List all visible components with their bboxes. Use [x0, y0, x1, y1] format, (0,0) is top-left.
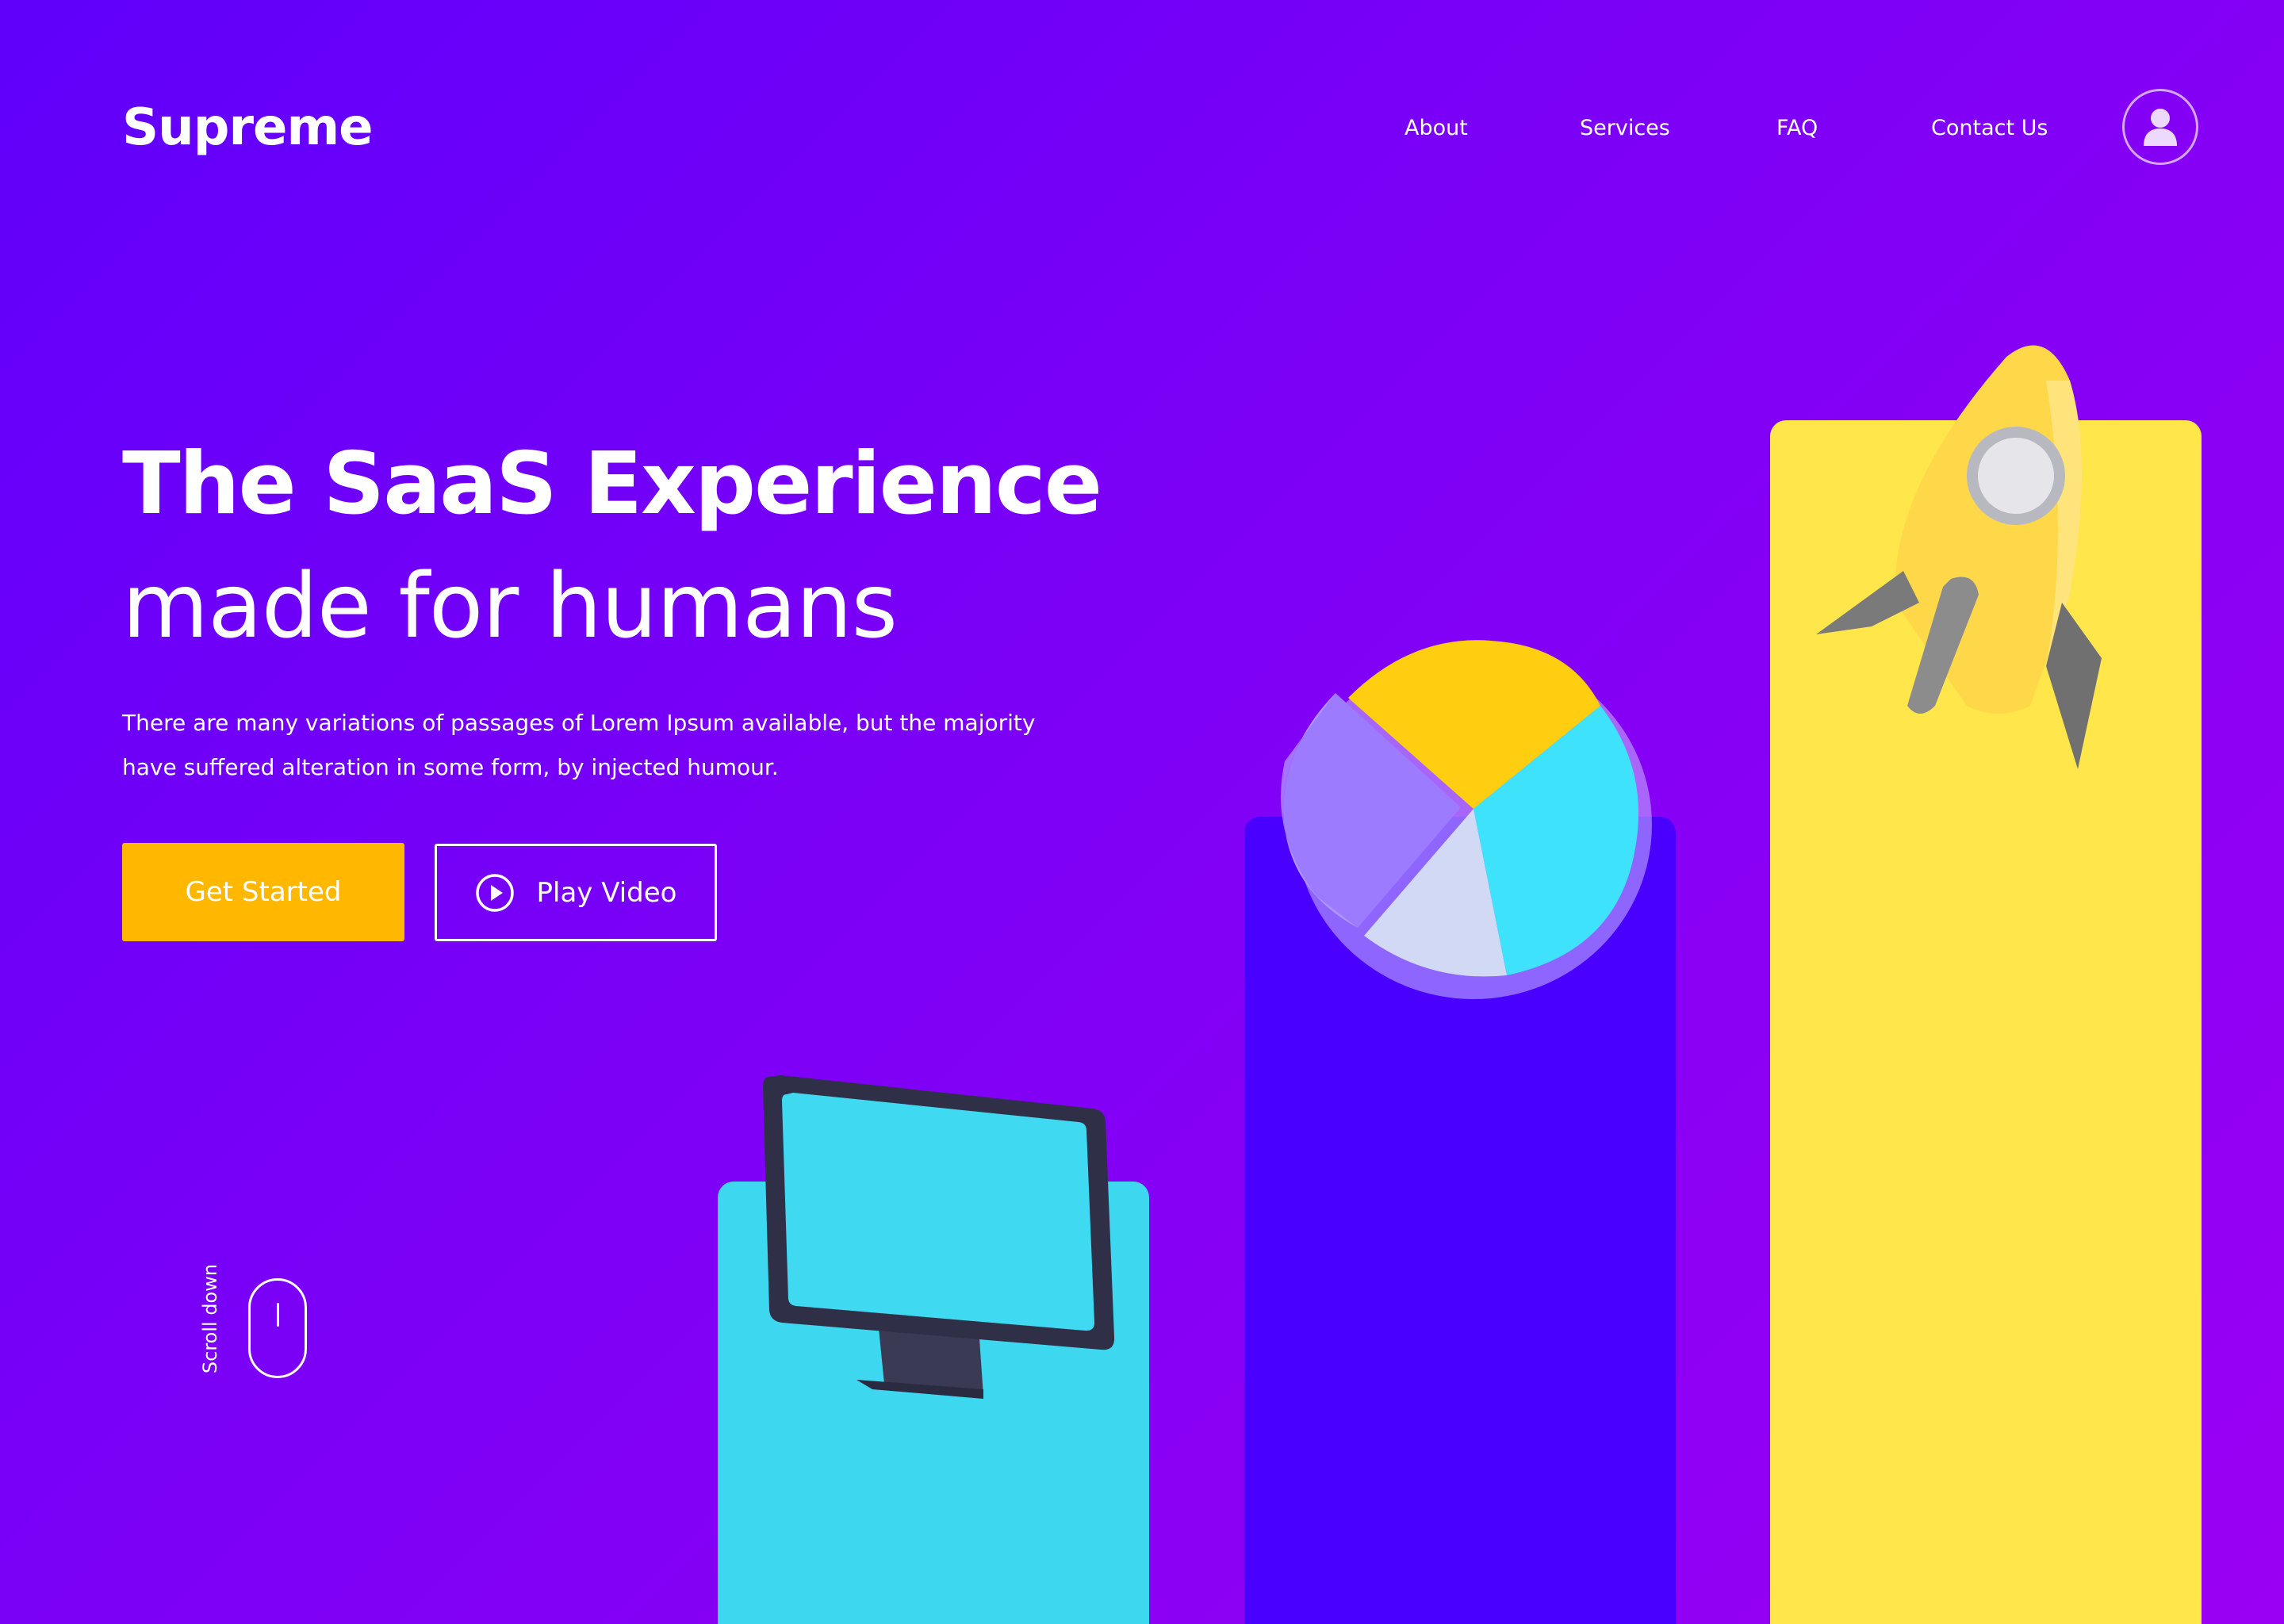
monitor-icon	[763, 1075, 1115, 1399]
hero-title: The SaaS Experience	[122, 435, 1102, 534]
hero-description: There are many variations of passages of…	[122, 710, 1036, 780]
pie-chart-icon	[1281, 640, 1652, 999]
rocket-icon	[1816, 345, 2102, 769]
nav-link-faq[interactable]: FAQ	[1776, 116, 1818, 140]
play-video-button[interactable]: Play Video	[435, 844, 717, 941]
nav-link-contact-us[interactable]: Contact Us	[1931, 116, 2048, 140]
play-video-label: Play Video	[536, 876, 677, 909]
get-started-button[interactable]: Get Started	[122, 843, 404, 941]
nav-link-services[interactable]: Services	[1580, 116, 1670, 140]
scroll-down-label: Scroll down	[199, 1263, 221, 1374]
nav-link-about[interactable]: About	[1405, 116, 1468, 140]
user-icon	[2144, 109, 2177, 146]
user-account-button[interactable]	[2122, 89, 2198, 165]
play-circle-icon	[475, 873, 514, 912]
logo[interactable]: Supreme	[122, 98, 374, 157]
mouse-icon[interactable]	[248, 1278, 307, 1378]
hero-subtitle: made for humans	[122, 555, 898, 658]
